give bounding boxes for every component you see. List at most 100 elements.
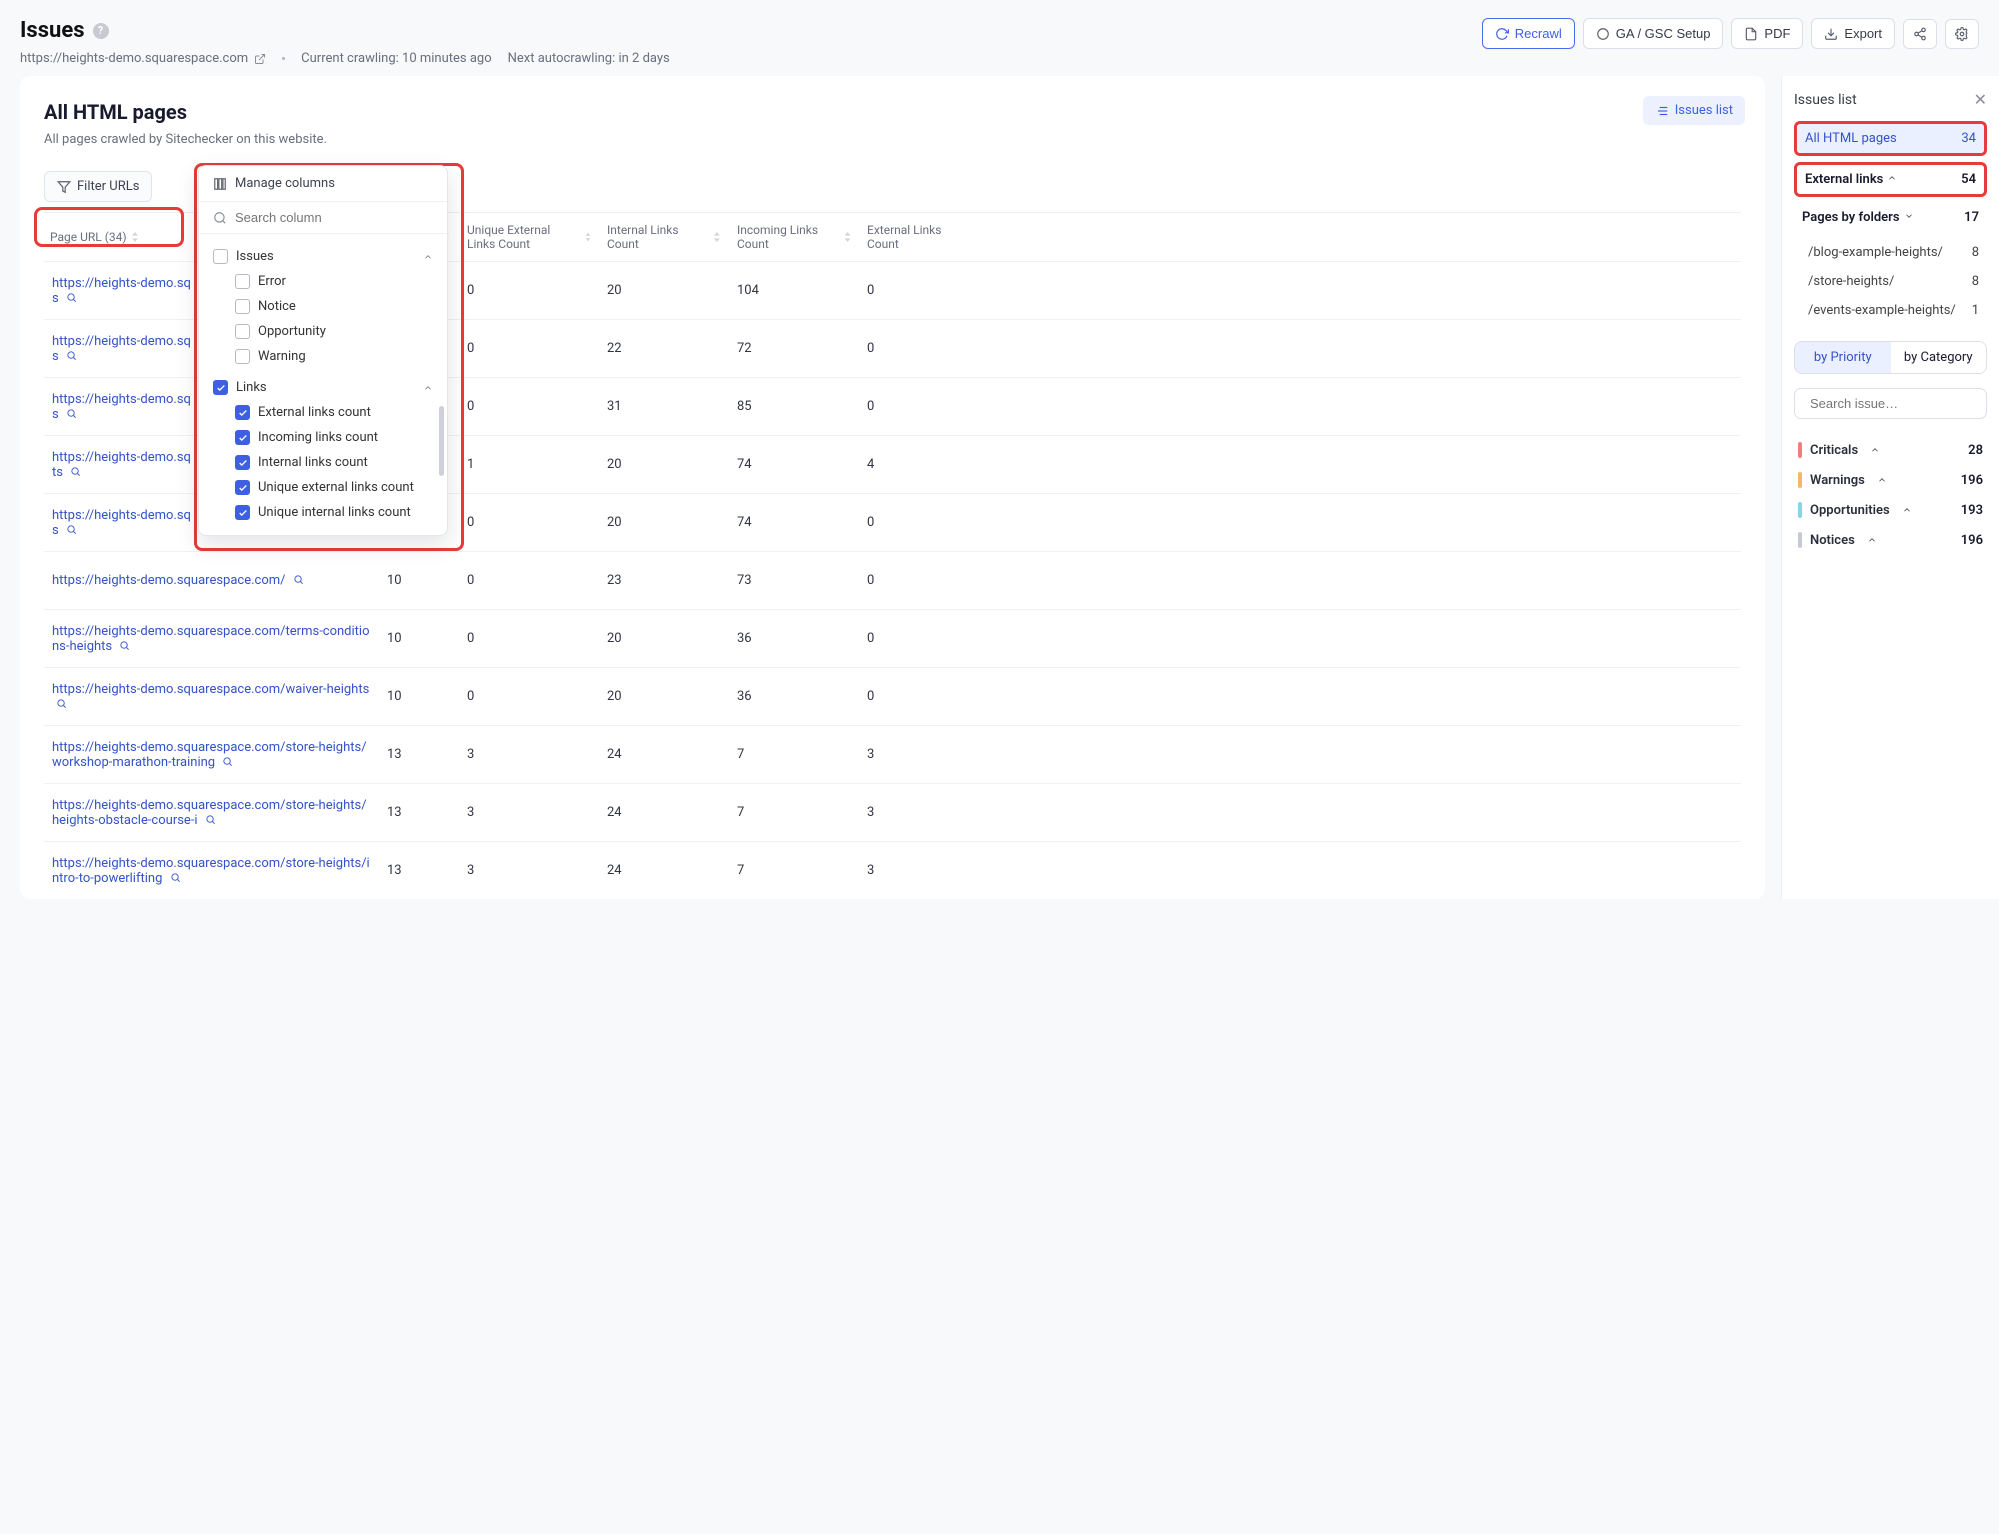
cell: 73 xyxy=(729,573,859,588)
sidebar-item-all-html[interactable]: All HTML pages 34 xyxy=(1797,124,1984,153)
cell: 0 xyxy=(459,631,599,646)
column-option-external-links[interactable]: External links count xyxy=(213,400,433,425)
settings-button[interactable] xyxy=(1945,19,1979,49)
page-url-link[interactable]: https://heights-demo.squarespace.com/sto… xyxy=(52,856,370,886)
inspect-icon[interactable] xyxy=(170,871,181,886)
sidebar-item-external-links[interactable]: External links 54 xyxy=(1797,165,1984,194)
site-url-link[interactable]: https://heights-demo.squarespace.com xyxy=(20,51,266,66)
ga-gsc-setup-button[interactable]: GA / GSC Setup xyxy=(1583,18,1724,49)
inspect-icon[interactable] xyxy=(205,813,216,828)
search-issue-input-wrap[interactable] xyxy=(1794,388,1987,419)
column-option-opportunity[interactable]: Opportunity xyxy=(213,319,433,344)
page-url-link[interactable]: https://heights-demo.squarespace.com/ xyxy=(52,573,304,588)
checkbox-icon[interactable] xyxy=(235,324,250,339)
recrawl-button[interactable]: Recrawl xyxy=(1482,18,1575,49)
checkbox-checked-icon[interactable] xyxy=(235,480,250,495)
issues-list-button[interactable]: Issues list xyxy=(1643,96,1745,125)
cell: 4 xyxy=(859,457,959,472)
issues-sidebar: Issues list ✕ All HTML pages 34 External… xyxy=(1781,76,1999,899)
pdf-icon xyxy=(1744,27,1758,41)
inspect-icon[interactable] xyxy=(66,523,77,538)
page-url-link[interactable]: https://heights-demo.sqts xyxy=(52,450,191,480)
page-url-link[interactable]: https://heights-demo.sqs xyxy=(52,276,191,306)
cell: 20 xyxy=(599,457,729,472)
severity-row[interactable]: Warnings196 xyxy=(1794,465,1987,495)
seg-by-category[interactable]: by Category xyxy=(1891,342,1987,373)
column-option-error[interactable]: Error xyxy=(213,269,433,294)
inspect-icon[interactable] xyxy=(119,639,130,654)
dropdown-search[interactable] xyxy=(199,202,447,234)
sidebar-folder-item[interactable]: /store-heights/8 xyxy=(1794,267,1987,296)
inspect-icon[interactable] xyxy=(66,349,77,364)
checkbox-icon[interactable] xyxy=(213,249,228,264)
checkbox-checked-icon[interactable] xyxy=(235,505,250,520)
column-header[interactable]: Incoming Links Count xyxy=(729,223,859,251)
column-header[interactable]: Unique External Links Count xyxy=(459,223,599,251)
chevron-up-icon xyxy=(1867,535,1877,545)
cell: 0 xyxy=(459,341,599,356)
column-header[interactable]: External Links Count xyxy=(859,223,959,251)
cell: 20 xyxy=(599,515,729,530)
page-url-link[interactable]: https://heights-demo.squarespace.com/sto… xyxy=(52,798,367,828)
page-url-link[interactable]: https://heights-demo.sqs xyxy=(52,508,191,538)
checkbox-checked-icon[interactable] xyxy=(235,455,250,470)
inspect-icon[interactable] xyxy=(66,291,77,306)
share-button[interactable] xyxy=(1903,19,1937,49)
export-button[interactable]: Export xyxy=(1811,18,1895,49)
checkbox-checked-icon[interactable] xyxy=(235,430,250,445)
search-issue-input[interactable] xyxy=(1810,396,1986,411)
checkbox-checked-icon[interactable] xyxy=(213,380,228,395)
page-url-link[interactable]: https://heights-demo.sqs xyxy=(52,392,191,422)
filter-urls-button[interactable]: Filter URLs xyxy=(44,171,152,202)
search-column-input[interactable] xyxy=(235,210,433,225)
page-url-link[interactable]: https://heights-demo.sqs xyxy=(52,334,191,364)
close-icon[interactable]: ✕ xyxy=(1974,90,1987,109)
chevron-up-icon xyxy=(423,252,433,262)
severity-row[interactable]: Notices196 xyxy=(1794,525,1987,555)
page-url-link[interactable]: https://heights-demo.squarespace.com/wai… xyxy=(52,682,369,712)
severity-row[interactable]: Opportunities193 xyxy=(1794,495,1987,525)
severity-indicator xyxy=(1798,502,1802,518)
links-group-header[interactable]: Links xyxy=(213,375,433,400)
inspect-icon[interactable] xyxy=(70,465,81,480)
ga-gsc-label: GA / GSC Setup xyxy=(1616,26,1711,41)
severity-row[interactable]: Criticals28 xyxy=(1794,435,1987,465)
help-icon[interactable]: ? xyxy=(93,23,109,39)
sidebar-folder-item[interactable]: /blog-example-heights/8 xyxy=(1794,238,1987,267)
analytics-icon xyxy=(1596,27,1610,41)
page-url-link[interactable]: https://heights-demo.squarespace.com/sto… xyxy=(52,740,367,770)
inspect-icon[interactable] xyxy=(66,407,77,422)
column-option-incoming-links[interactable]: Incoming links count xyxy=(213,425,433,450)
links-group-label: Links xyxy=(236,380,411,395)
column-option-warning[interactable]: Warning xyxy=(213,344,433,369)
page-url-link[interactable]: https://heights-demo.squarespace.com/ter… xyxy=(52,624,370,654)
list-icon xyxy=(1655,104,1669,118)
column-option-notice[interactable]: Notice xyxy=(213,294,433,319)
seg-by-priority[interactable]: by Priority xyxy=(1795,342,1891,373)
cell: 0 xyxy=(859,515,959,530)
inspect-icon[interactable] xyxy=(222,755,233,770)
sidebar-item-pages-by-folders[interactable]: Pages by folders 17 xyxy=(1794,203,1987,232)
external-link-icon xyxy=(254,53,266,65)
inspect-icon[interactable] xyxy=(56,697,67,712)
checkbox-icon[interactable] xyxy=(235,349,250,364)
inspect-icon[interactable] xyxy=(293,573,304,588)
cell: 3 xyxy=(459,747,599,762)
checkbox-icon[interactable] xyxy=(235,299,250,314)
cell: 23 xyxy=(599,573,729,588)
column-option-unique-internal[interactable]: Unique internal links count xyxy=(213,500,433,525)
issues-group-header[interactable]: Issues xyxy=(213,244,433,269)
sidebar-folder-item[interactable]: /events-example-heights/1 xyxy=(1794,296,1987,325)
column-option-internal-links[interactable]: Internal links count xyxy=(213,450,433,475)
cell: 72 xyxy=(729,341,859,356)
checkbox-icon[interactable] xyxy=(235,274,250,289)
cell: 20 xyxy=(599,283,729,298)
scrollbar[interactable] xyxy=(439,406,444,476)
pdf-button[interactable]: PDF xyxy=(1731,18,1803,49)
cell: 24 xyxy=(599,805,729,820)
cell: 36 xyxy=(729,689,859,704)
search-icon xyxy=(213,211,227,225)
column-header[interactable]: Internal Links Count xyxy=(599,223,729,251)
column-option-unique-external[interactable]: Unique external links count xyxy=(213,475,433,500)
checkbox-checked-icon[interactable] xyxy=(235,405,250,420)
